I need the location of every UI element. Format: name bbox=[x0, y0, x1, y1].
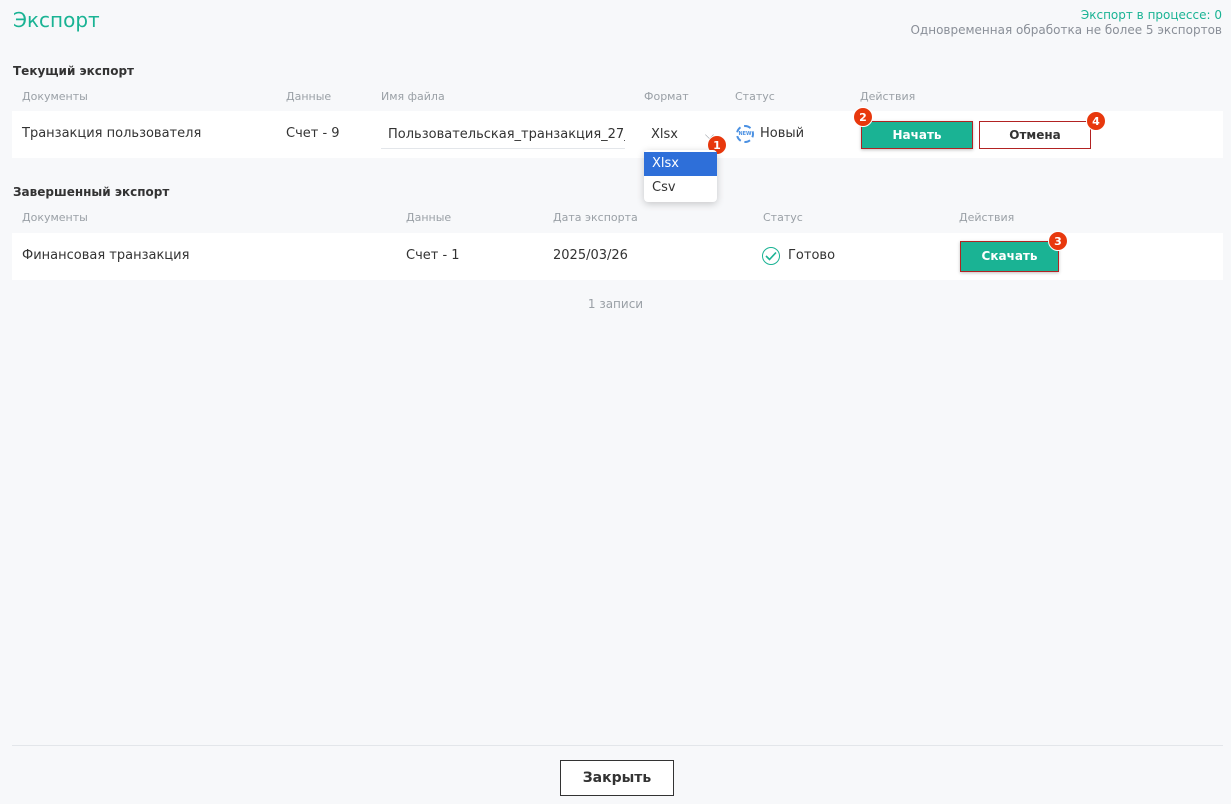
records-count: 1 записи bbox=[587, 297, 644, 311]
document-name: Транзакция пользователя bbox=[22, 126, 202, 141]
footer-divider bbox=[12, 745, 1223, 746]
cancel-button[interactable]: Отмена bbox=[979, 121, 1091, 149]
format-option-csv[interactable]: Csv bbox=[644, 176, 717, 200]
export-limit-note: Одновременная обработка не более 5 экспо… bbox=[910, 23, 1222, 37]
col-documents: Документы bbox=[22, 90, 88, 103]
current-export-title: Текущий экспорт bbox=[13, 64, 135, 78]
export-info: Экспорт в процессе: 0 Одновременная обра… bbox=[910, 8, 1222, 38]
download-button[interactable]: Скачать bbox=[960, 241, 1059, 272]
completed-export-title: Завершенный экспорт bbox=[13, 185, 170, 199]
page-title: Экспорт bbox=[13, 8, 100, 32]
status-text: Новый bbox=[760, 126, 805, 141]
export-date: 2025/03/26 bbox=[553, 248, 628, 263]
check-circle-icon bbox=[762, 247, 780, 265]
col-status: Статус bbox=[735, 90, 775, 103]
start-button[interactable]: Начать bbox=[861, 121, 973, 149]
col-actions: Действия bbox=[860, 90, 916, 103]
close-button[interactable]: Закрыть bbox=[560, 760, 674, 796]
col-filename: Имя файла bbox=[381, 90, 445, 103]
annotation-badge: 3 bbox=[1048, 231, 1068, 251]
document-name: Финансовая транзакция bbox=[22, 248, 190, 263]
format-option-xlsx[interactable]: Xlsx bbox=[644, 152, 717, 176]
format-selected-value: Xlsx bbox=[651, 127, 678, 142]
annotation-badge: 4 bbox=[1086, 111, 1106, 131]
format-dropdown: Xlsx Csv bbox=[644, 150, 717, 202]
annotation-badge: 2 bbox=[853, 107, 873, 127]
col-actions: Действия bbox=[959, 211, 1015, 224]
col-data: Данные bbox=[286, 90, 332, 103]
data-value: Счет - 1 bbox=[406, 248, 460, 263]
data-value: Счет - 9 bbox=[286, 126, 340, 141]
col-format: Формат bbox=[644, 90, 689, 103]
col-documents: Документы bbox=[22, 211, 88, 224]
status-new-icon: NEW bbox=[736, 125, 754, 143]
col-data: Данные bbox=[406, 211, 452, 224]
col-export-date: Дата экспорта bbox=[553, 211, 638, 224]
col-status: Статус bbox=[763, 211, 803, 224]
export-in-progress: Экспорт в процессе: 0 bbox=[1080, 8, 1222, 22]
status-text: Готово bbox=[788, 248, 836, 263]
filename-input[interactable]: Пользовательская_транзакция_27_03_ bbox=[381, 121, 625, 149]
